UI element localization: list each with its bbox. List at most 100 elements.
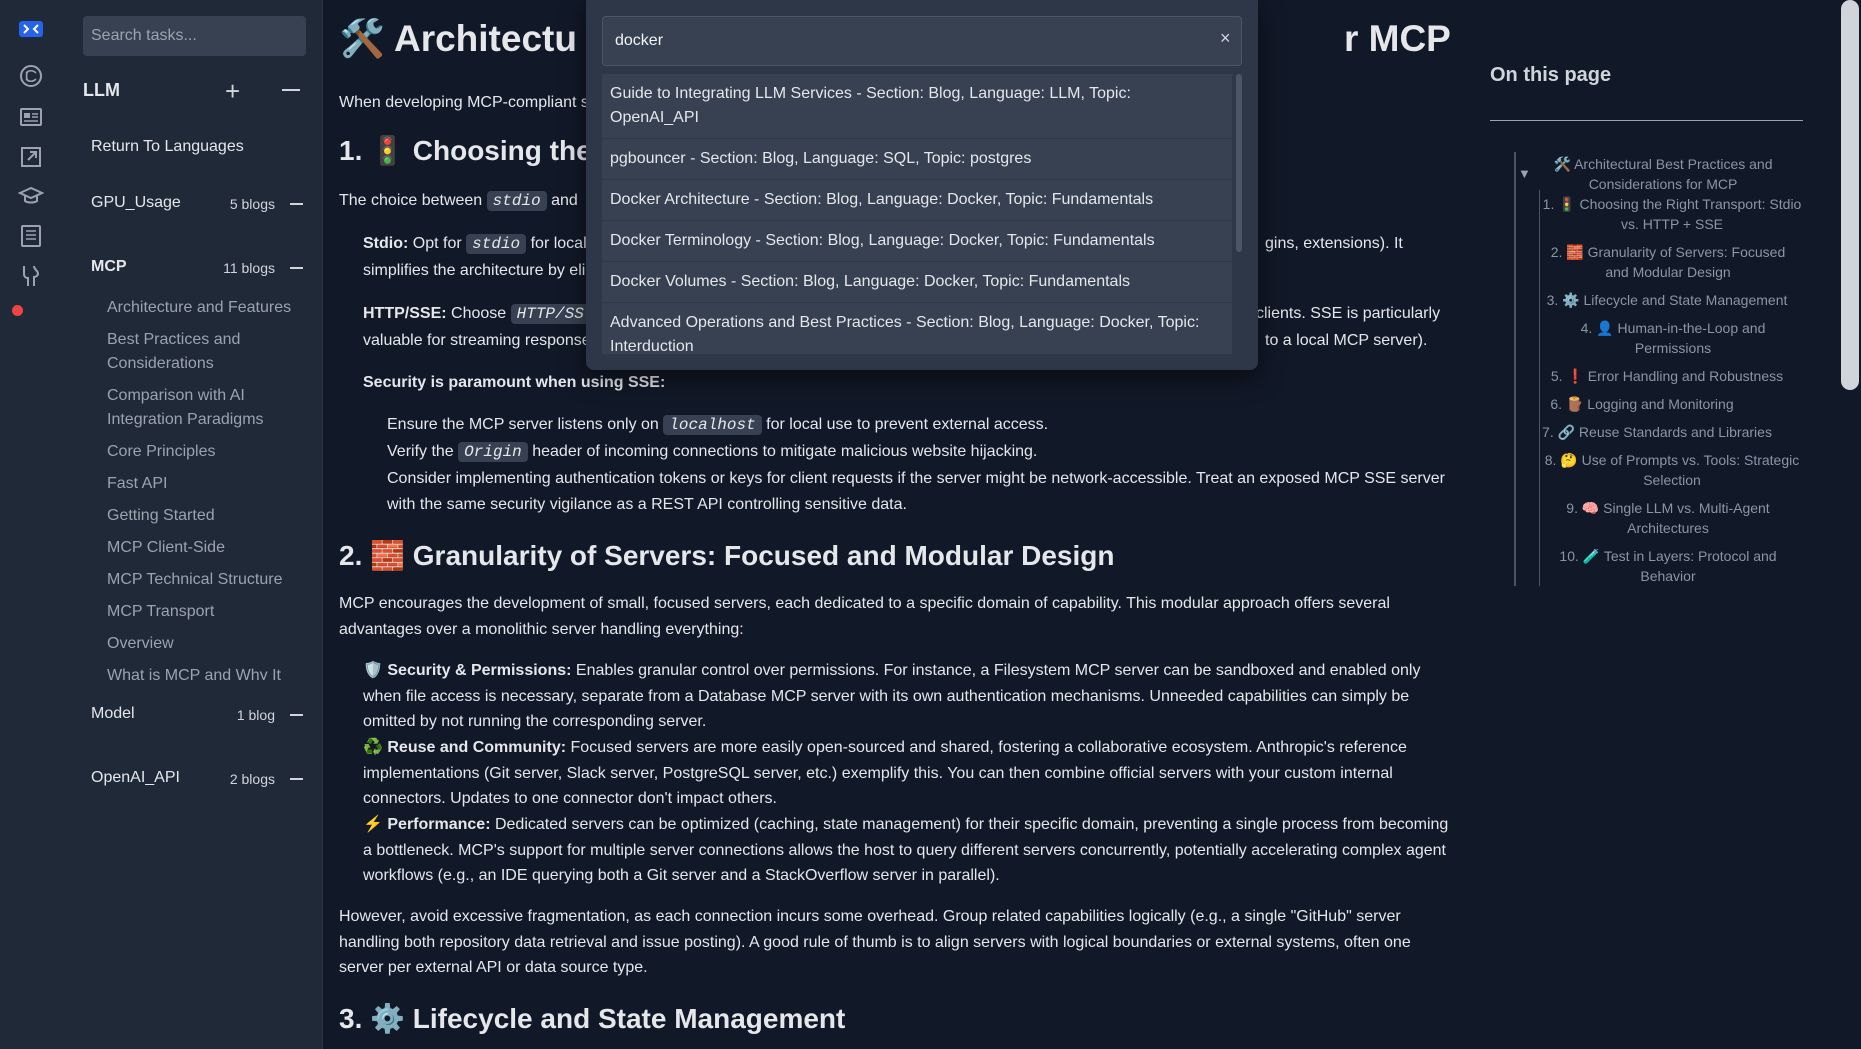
http-bullet-cont: l clients. SSE is particularly (1248, 305, 1441, 322)
group-name: GPU_Usage (91, 194, 181, 211)
sidebar-item-what-is-mcp[interactable]: What is MCP and Why It (107, 664, 303, 680)
search-result[interactable]: Docker Architecture - Section: Blog, Lan… (602, 180, 1232, 221)
bullet-label: Stdio: (363, 235, 409, 252)
search-results: Guide to Integrating LLM Services - Sect… (602, 74, 1232, 354)
status-dot (12, 305, 23, 316)
tools-icon[interactable] (18, 263, 44, 289)
collapse-all-icon[interactable] (282, 89, 300, 91)
http-bullet: HTTP/SSE: Choose HTTP/SS (363, 301, 590, 328)
toc-divider (1490, 120, 1803, 121)
collapse-icon[interactable] (290, 714, 303, 716)
bullet-label: HTTP/SSE: (363, 305, 447, 322)
bullet-performance: ⚡ Performance: Dedicated servers can be … (363, 812, 1459, 889)
toc-item-7[interactable]: 7. 🔗 Reuse Standards and Libraries (1542, 422, 1772, 442)
collapse-icon[interactable] (290, 267, 303, 269)
sidebar-item-best-practices[interactable]: Best Practices and Considerations (107, 328, 303, 376)
bullet-security-permissions: 🛡️ Security & Permissions: Enables granu… (363, 658, 1459, 735)
search-result[interactable]: Docker Terminology - Section: Blog, Lang… (602, 221, 1232, 262)
security-item-3: Consider implementing authentication tok… (387, 470, 1445, 513)
add-icon[interactable]: + (225, 76, 240, 107)
bullet-label: ⚡ Performance: (363, 816, 491, 833)
search-result[interactable]: Docker Volumes - Section: Blog, Language… (602, 262, 1232, 303)
group-count: 5 blogs (229, 196, 275, 212)
stdio-bullet-cont: gins, extensions). It (1265, 235, 1403, 252)
document-icon[interactable] (18, 223, 44, 249)
title-end: r MCP (1343, 18, 1451, 59)
toc-item-5[interactable]: 5. ❗ Error Handling and Robustness (1542, 366, 1792, 386)
toc-item-2[interactable]: 2. 🧱 Granularity of Servers: Focused and… (1548, 242, 1788, 282)
toc-item-8[interactable]: 8. 🤔 Use of Prompts vs. Tools: Strategic… (1542, 450, 1802, 490)
toc-tree-line (1539, 190, 1540, 586)
section-heading-2: 2. 🧱 Granularity of Servers: Focused and… (339, 540, 1115, 571)
group-count: 2 blogs (229, 771, 275, 787)
table-of-contents: On this page ▼ 🛠️ Architectural Best Pra… (1490, 0, 1805, 1049)
bold-text: Security is paramount when using SSE: (363, 374, 666, 391)
toc-item-4[interactable]: 4. 👤 Human-in-the-Loop and Permissions (1568, 318, 1778, 358)
collapse-icon[interactable] (290, 778, 303, 780)
inline-code: stdio (466, 234, 527, 254)
paragraph-fragmentation: However, avoid excessive fragmentation, … (339, 908, 1411, 976)
toc-item-9[interactable]: 9. 🧠 Single LLM vs. Multi-Agent Architec… (1558, 498, 1778, 538)
inline-code: stdio (486, 191, 547, 211)
security-item-1: Ensure the MCP server listens only on lo… (387, 412, 1048, 439)
toc-collapse-icon[interactable]: ▼ (1518, 166, 1531, 181)
collapse-icon[interactable] (290, 203, 303, 205)
group-count: 1 blog (236, 707, 275, 723)
search-result[interactable]: pgbouncer - Section: Blog, Language: SQL… (602, 139, 1232, 180)
toc-item-10[interactable]: 10. 🧪 Test in Layers: Protocol and Behav… (1558, 546, 1778, 586)
security-item-2: Verify the Origin header of incoming con… (387, 439, 1037, 466)
text: for local use to prevent external access… (766, 416, 1049, 433)
sidebar-item-mcp-transport[interactable]: MCP Transport (107, 600, 303, 624)
bullet-label: ♻️ Reuse and Community: (363, 739, 567, 756)
return-to-languages-link[interactable]: Return To Languages (91, 138, 244, 156)
group-name: MCP (91, 258, 127, 275)
toc-item-0[interactable]: 🛠️ Architectural Best Practices and Cons… (1550, 154, 1776, 194)
search-input[interactable] (83, 16, 306, 56)
clear-search-icon[interactable]: × (1220, 28, 1231, 49)
group-count: 11 blogs (223, 260, 275, 276)
inline-code: HTTP/SS (510, 304, 590, 324)
title-start: 🛠️ Architectu (339, 18, 577, 59)
search-modal: × Guide to Integrating LLM Services - Se… (586, 0, 1258, 370)
sidebar-group-mcp[interactable]: MCP 11 blogs (91, 258, 303, 280)
sidebar-item-getting-started[interactable]: Getting Started (107, 504, 303, 528)
results-scrollbar-thumb[interactable] (1236, 74, 1242, 252)
text: Choose (451, 305, 507, 322)
stdio-bullet: Stdio: Opt for stdio for local (363, 231, 603, 258)
intro-text: When developing MCP-compliant s (339, 94, 589, 111)
bullet-label: 🛡️ Security & Permissions: (363, 662, 572, 679)
sidebar-item-fast-api[interactable]: Fast API (107, 472, 303, 496)
sidebar-header: LLM + (83, 76, 308, 106)
sidebar-item-core-principles[interactable]: Core Principles (107, 440, 303, 464)
external-link-icon[interactable] (18, 144, 44, 170)
sidebar-item-mcp-technical-structure[interactable]: MCP Technical Structure (107, 568, 303, 592)
sidebar-group-model[interactable]: Model 1 blog (91, 705, 303, 727)
text: header of incoming connections to mitiga… (532, 443, 1038, 460)
stdio-bullet-line2: simplifies the architecture by eli (363, 262, 586, 279)
sidebar-item-comparison[interactable]: Comparison with AI Integration Paradigms (107, 384, 303, 432)
modal-search-input[interactable] (602, 16, 1242, 66)
text: Opt for (412, 235, 462, 252)
sidebar-group-openai-api[interactable]: OpenAI_API 2 blogs (91, 769, 303, 791)
news-icon[interactable] (18, 104, 44, 130)
text: Verify the (387, 443, 454, 460)
inline-code: localhost (663, 415, 762, 435)
sidebar-item-mcp-client-side[interactable]: MCP Client-Side (107, 536, 303, 560)
choice-paragraph: The choice between stdio and (339, 188, 578, 215)
security-heading: Security is paramount when using SSE: (363, 370, 665, 396)
graduation-cap-icon[interactable] (17, 183, 45, 209)
toc-item-1[interactable]: 1. 🚦 Choosing the Right Transport: Stdio… (1542, 194, 1802, 234)
toc-item-3[interactable]: 3. ⚙️ Lifecycle and State Management (1542, 290, 1792, 310)
toc-item-6[interactable]: 6. 🪵 Logging and Monitoring (1542, 394, 1742, 414)
text: Ensure the MCP server listens only on (387, 416, 659, 433)
text: Dedicated servers can be optimized (cach… (363, 816, 1449, 884)
sidebar-group-gpu-usage[interactable]: GPU_Usage 5 blogs (91, 194, 303, 216)
search-result[interactable]: Guide to Integrating LLM Services - Sect… (602, 74, 1232, 139)
sidebar-item-architecture-and-features[interactable]: Architecture and Features (107, 296, 303, 320)
toc-title: On this page (1490, 64, 1612, 86)
page-scrollbar-thumb[interactable] (1841, 0, 1859, 390)
logo-icon[interactable] (18, 16, 44, 42)
sidebar-item-overview[interactable]: Overview (107, 632, 303, 656)
search-result[interactable]: Advanced Operations and Best Practices -… (602, 303, 1232, 354)
openai-icon[interactable] (18, 63, 44, 89)
